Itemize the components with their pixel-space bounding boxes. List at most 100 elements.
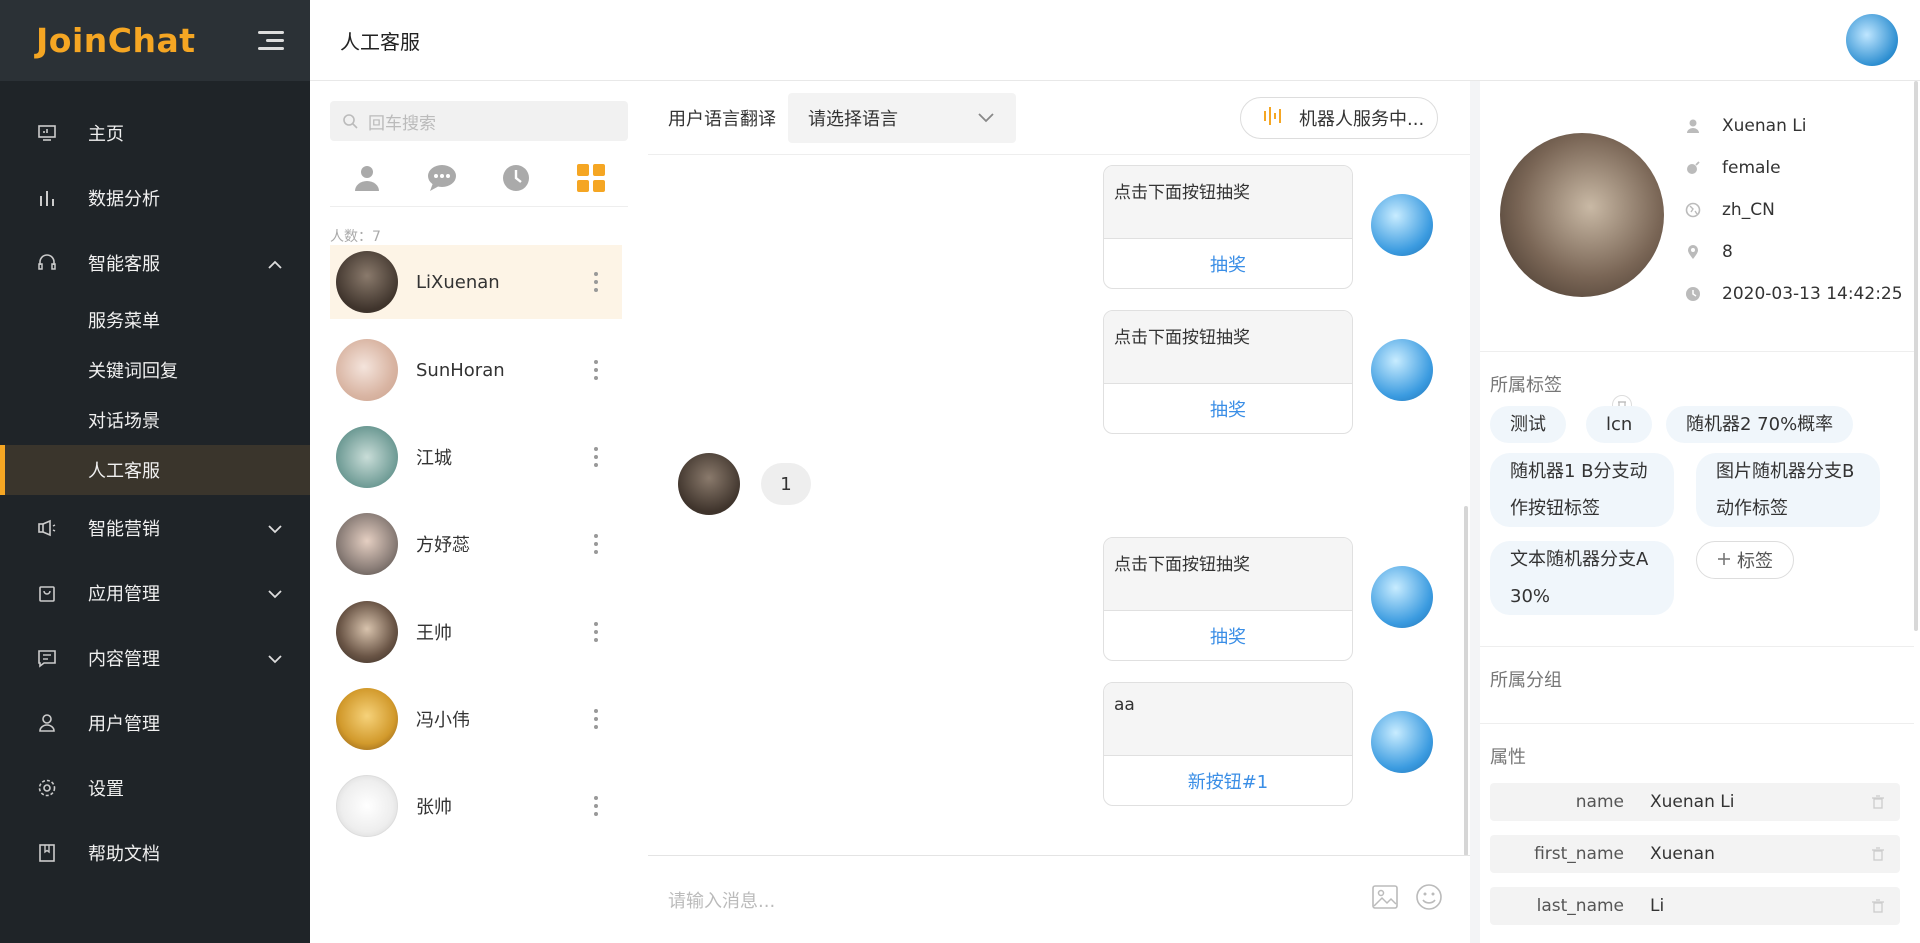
- more-vertical-icon[interactable]: [586, 707, 606, 731]
- trash-icon[interactable]: [1856, 898, 1900, 914]
- sidebar-item-content[interactable]: 内容管理: [0, 625, 310, 690]
- avatar: [336, 513, 398, 575]
- sidebar-item-label: 帮助文档: [88, 843, 160, 865]
- message-action-button[interactable]: 抽奖: [1104, 238, 1352, 288]
- sidebar-item-marketing[interactable]: 智能营销: [0, 495, 310, 560]
- sidebar-subitem-live-agent[interactable]: 人工客服: [0, 445, 310, 495]
- tab-conversations[interactable]: [405, 161, 480, 206]
- bot-message-card: 点击下面按钮抽奖 抽奖: [1103, 165, 1353, 289]
- info-scrollbar[interactable]: [1914, 81, 1918, 631]
- profile-time-row: 2020-03-13 14:42:25: [1684, 281, 1903, 307]
- contact-item[interactable]: 王帅: [330, 595, 622, 669]
- sidebar-item-help[interactable]: 帮助文档: [0, 820, 310, 885]
- bot-message-card: 点击下面按钮抽奖 抽奖: [1103, 537, 1353, 661]
- message-text: 点击下面按钮抽奖: [1104, 311, 1352, 383]
- sidebar-item-smart-service[interactable]: 智能客服: [0, 230, 310, 295]
- tag-chip[interactable]: 随机器2 70%概率: [1666, 406, 1854, 443]
- contact-search-input[interactable]: 回车搜索: [330, 101, 628, 141]
- chevron-down-icon: [268, 519, 282, 539]
- attribute-row: last_name Li: [1490, 887, 1900, 925]
- message-action-button[interactable]: 抽奖: [1104, 610, 1352, 660]
- contact-item[interactable]: LiXuenan: [330, 245, 622, 319]
- clock-icon: [1684, 285, 1702, 303]
- message-input[interactable]: 请输入消息...: [648, 855, 1470, 943]
- sidebar-item-home[interactable]: 主页: [0, 100, 310, 165]
- trash-icon[interactable]: [1856, 846, 1900, 862]
- add-tag-button[interactable]: 标签: [1696, 541, 1794, 579]
- more-vertical-icon[interactable]: [586, 794, 606, 818]
- message-text: 点击下面按钮抽奖: [1104, 166, 1352, 238]
- chat-scrollbar[interactable]: [1464, 506, 1468, 856]
- message-action-button[interactable]: 新按钮#1: [1104, 755, 1352, 805]
- account-avatar[interactable]: [1846, 14, 1898, 66]
- attribute-key: first_name: [1534, 844, 1624, 864]
- tab-all[interactable]: [554, 161, 629, 206]
- tags-section-title: 所属标签: [1490, 375, 1562, 396]
- robot-service-button[interactable]: 机器人服务中...: [1240, 97, 1438, 139]
- bot-message-card: 点击下面按钮抽奖 抽奖: [1103, 310, 1353, 434]
- contact-item[interactable]: 张帅: [330, 769, 622, 843]
- bar-chart-icon: [36, 187, 58, 209]
- location-pin-icon: [1684, 243, 1702, 261]
- tab-contacts[interactable]: [330, 161, 405, 206]
- nav-menu: 主页 数据分析 智能客服 服务菜单 关键词回复 对话场景 人工客服 智能营销 应…: [0, 81, 310, 885]
- divider: [1480, 351, 1914, 352]
- tag-chip[interactable]: 随机器1 B分支动作按钮标签: [1490, 453, 1674, 527]
- contact-filter-tabs: [330, 161, 628, 207]
- sidebar-item-settings[interactable]: 设置: [0, 755, 310, 820]
- profile-locale: zh_CN: [1722, 200, 1775, 220]
- sidebar-item-label: 应用管理: [88, 583, 160, 605]
- attribute-value[interactable]: Xuenan Li: [1650, 792, 1856, 812]
- sidebar-subitem-dialog-scene[interactable]: 对话场景: [0, 395, 310, 445]
- image-icon[interactable]: [1370, 882, 1400, 917]
- avatar: [336, 251, 398, 313]
- message-input-placeholder: 请输入消息...: [668, 890, 776, 912]
- more-vertical-icon[interactable]: [586, 445, 606, 469]
- sidebar-subitem-keyword-reply[interactable]: 关键词回复: [0, 345, 310, 395]
- attribute-value[interactable]: Xuenan: [1650, 844, 1856, 864]
- contact-name: 方妤蕊: [416, 535, 470, 556]
- more-vertical-icon[interactable]: [586, 532, 606, 556]
- contact-item[interactable]: 冯小伟: [330, 682, 622, 756]
- trash-icon[interactable]: [1856, 794, 1900, 810]
- sidebar-item-label: 设置: [88, 778, 124, 800]
- avatar: [336, 339, 398, 401]
- attribute-key: last_name: [1536, 896, 1624, 916]
- attribute-value[interactable]: Li: [1650, 896, 1856, 916]
- menu-toggle-icon[interactable]: [258, 30, 284, 51]
- sidebar-item-label: 智能客服: [88, 253, 160, 275]
- sidebar-subitem-service-menu[interactable]: 服务菜单: [0, 295, 310, 345]
- language-select[interactable]: 请选择语言: [788, 92, 1016, 143]
- emoji-icon[interactable]: [1414, 882, 1444, 917]
- headset-icon: [36, 252, 58, 274]
- more-vertical-icon[interactable]: [586, 270, 606, 294]
- profile-locale-row: zh_CN: [1684, 197, 1775, 223]
- avatar: [336, 775, 398, 837]
- profile-name-row: Xuenan Li: [1684, 113, 1806, 139]
- input-tools: [1370, 882, 1444, 917]
- more-vertical-icon[interactable]: [586, 358, 606, 382]
- person-icon: [355, 166, 380, 191]
- attributes-section-title: 属性: [1490, 747, 1526, 768]
- sidebar-item-users[interactable]: 用户管理: [0, 690, 310, 755]
- plus-icon: [1717, 550, 1731, 571]
- tag-chip[interactable]: lcn: [1586, 406, 1653, 443]
- contact-item[interactable]: 方妤蕊: [330, 507, 622, 581]
- sidebar-item-analytics[interactable]: 数据分析: [0, 165, 310, 230]
- chat-bubble-icon: [427, 165, 456, 191]
- sidebar-item-apps[interactable]: 应用管理: [0, 560, 310, 625]
- search-icon: [342, 113, 358, 129]
- tag-chip[interactable]: 测试: [1490, 406, 1566, 443]
- tag-chip[interactable]: 图片随机器分支B动作标签: [1696, 453, 1880, 527]
- tag-chip[interactable]: 文本随机器分支A 30%: [1490, 541, 1674, 615]
- contact-item[interactable]: 江城: [330, 420, 622, 494]
- avatar: [336, 601, 398, 663]
- more-vertical-icon[interactable]: [586, 620, 606, 644]
- audio-wave-icon: [1263, 105, 1285, 132]
- user-avatar: [678, 453, 740, 515]
- tab-history[interactable]: [479, 161, 554, 206]
- profile-avatar: [1500, 133, 1664, 297]
- avatar: [336, 426, 398, 488]
- message-action-button[interactable]: 抽奖: [1104, 383, 1352, 433]
- contact-item[interactable]: SunHoran: [330, 333, 622, 407]
